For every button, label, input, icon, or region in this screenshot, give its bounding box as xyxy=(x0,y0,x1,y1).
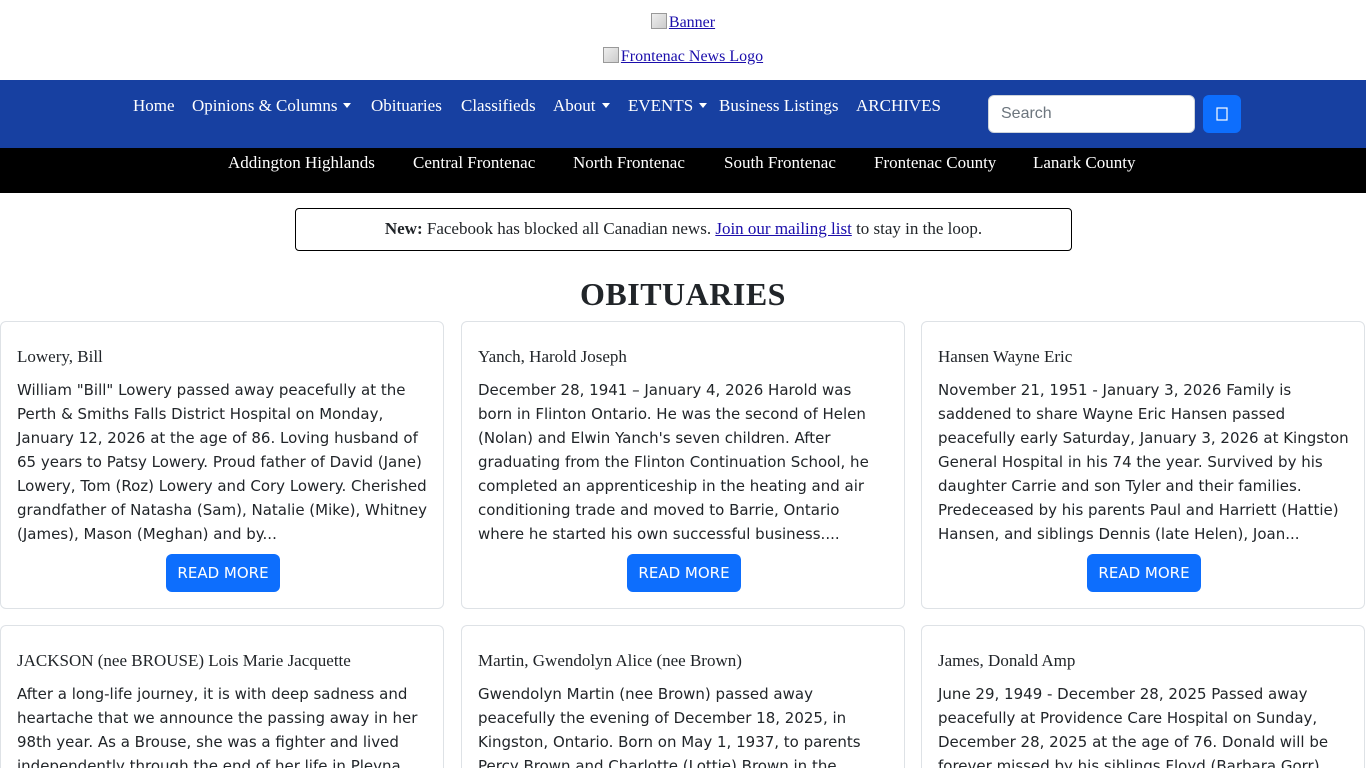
region-south-frontenac[interactable]: South Frontenac xyxy=(724,153,836,173)
card-text: December 28, 1941 – January 4, 2026 Haro… xyxy=(478,381,869,543)
card-title: Yanch, Harold Joseph xyxy=(478,347,627,366)
card-title: James, Donald Amp xyxy=(938,651,1076,670)
notice-prefix: New: xyxy=(384,219,423,238)
notice-suffix: to stay in the loop. xyxy=(851,219,983,238)
main-navbar: Home Opinions & Columns Obituaries Class… xyxy=(0,80,1366,148)
card-text: November 21, 1951 - January 3, 2026 Fami… xyxy=(938,381,1349,543)
obituary-card: James, Donald Amp June 29, 1949 - Decemb… xyxy=(921,625,1365,768)
card-title: Lowery, Bill xyxy=(17,347,103,366)
mailing-list-link[interactable]: Join our mailing list xyxy=(715,219,851,238)
obituary-card: JACKSON (nee BROUSE) Lois Marie Jacquett… xyxy=(0,625,444,768)
obituary-card: Lowery, Bill William "Bill" Lowery passe… xyxy=(0,321,444,609)
nav-about-label: About xyxy=(553,96,596,115)
region-navbar: Addington Highlands Central Frontenac No… xyxy=(0,148,1366,193)
notice-banner: New: Facebook has blocked all Canadian n… xyxy=(295,208,1072,251)
nav-home-label: Home xyxy=(133,96,175,115)
nav-about-dropdown[interactable]: About xyxy=(553,96,610,116)
nav-classifieds[interactable]: Classifieds xyxy=(461,96,536,116)
banner-image[interactable]: Banner xyxy=(651,14,715,31)
chevron-down-icon xyxy=(699,103,708,108)
nav-obituaries-label: Obituaries xyxy=(371,96,442,115)
chevron-down-icon xyxy=(343,103,352,108)
read-more-button[interactable]: READ MORE xyxy=(627,554,741,592)
region-addington-highlands[interactable]: Addington Highlands xyxy=(228,153,375,173)
site-logo[interactable]: Frontenac News Logo xyxy=(603,48,763,65)
banner-image-link[interactable]: Banner xyxy=(0,13,1366,32)
nav-events-label: EVENTS xyxy=(628,96,694,115)
nav-events-dropdown[interactable]: EVENTS xyxy=(628,96,708,116)
nav-archives[interactable]: ARCHIVES xyxy=(856,96,941,116)
region-frontenac-county[interactable]: Frontenac County xyxy=(874,153,996,173)
nav-obituaries[interactable]: Obituaries xyxy=(371,96,442,116)
search-icon xyxy=(1216,107,1228,121)
card-title: Martin, Gwendolyn Alice (nee Brown) xyxy=(478,651,742,670)
search-input[interactable] xyxy=(988,95,1195,133)
card-text: June 29, 1949 - December 28, 2025 Passed… xyxy=(938,685,1329,768)
card-title: Hansen Wayne Eric xyxy=(938,347,1073,366)
search-button[interactable] xyxy=(1203,95,1241,133)
region-central-frontenac[interactable]: Central Frontenac xyxy=(413,153,535,173)
card-text: William "Bill" Lowery passed away peacef… xyxy=(17,381,428,543)
nav-archives-label: ARCHIVES xyxy=(856,96,942,115)
page-title: OBITUARIES xyxy=(580,276,786,312)
region-north-frontenac[interactable]: North Frontenac xyxy=(573,153,685,173)
obituary-card: Yanch, Harold Joseph December 28, 1941 –… xyxy=(461,321,905,609)
read-more-button[interactable]: READ MORE xyxy=(1087,554,1201,592)
card-text: After a long-life journey, it is with de… xyxy=(17,685,418,768)
chevron-down-icon xyxy=(601,103,610,108)
logo-image-link[interactable]: Frontenac News Logo xyxy=(0,47,1366,66)
nav-classifieds-label: Classifieds xyxy=(461,96,536,115)
obituary-card: Hansen Wayne Eric November 21, 1951 - Ja… xyxy=(921,321,1365,609)
nav-business-listings[interactable]: Business Listings xyxy=(719,96,839,116)
notice-text: Facebook has blocked all Canadian news. xyxy=(422,219,716,238)
nav-business-label: Business Listings xyxy=(719,96,839,115)
nav-opinions-dropdown[interactable]: Opinions & Columns xyxy=(192,96,352,116)
card-text: Gwendolyn Martin (nee Brown) passed away… xyxy=(478,685,861,768)
nav-home[interactable]: Home xyxy=(133,96,175,116)
card-title: JACKSON (nee BROUSE) Lois Marie Jacquett… xyxy=(17,651,351,670)
read-more-button[interactable]: READ MORE xyxy=(166,554,280,592)
nav-opinions-label: Opinions & Columns xyxy=(192,96,338,115)
region-lanark-county[interactable]: Lanark County xyxy=(1033,153,1135,173)
site-header: Banner Frontenac News Logo xyxy=(0,0,1366,80)
obituary-card: Martin, Gwendolyn Alice (nee Brown) Gwen… xyxy=(461,625,905,768)
